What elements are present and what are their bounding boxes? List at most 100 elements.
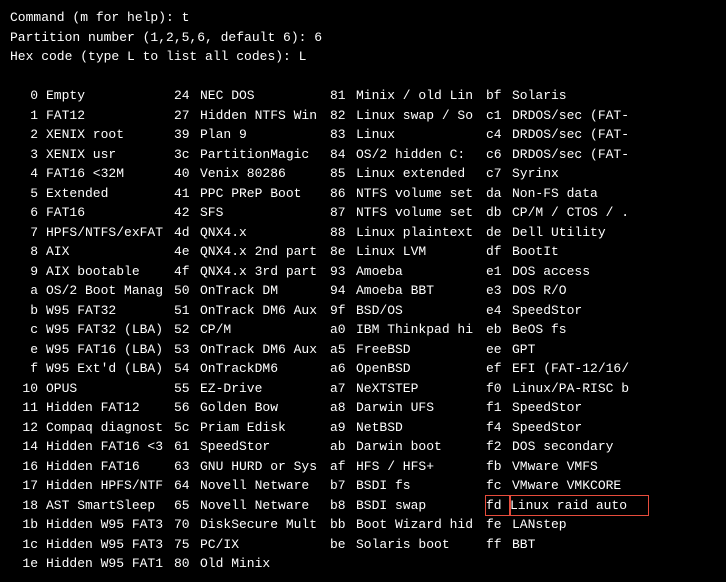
partition-name: Plan 9 bbox=[200, 125, 330, 145]
partition-name: DRDOS/sec (FAT- bbox=[512, 145, 652, 165]
partition-code: f1 bbox=[486, 398, 512, 418]
partition-name: HFS / HFS+ bbox=[356, 457, 486, 477]
command-input[interactable]: t bbox=[182, 10, 190, 25]
partition-name: BSD/OS bbox=[356, 301, 486, 321]
partition-code: 75 bbox=[174, 535, 200, 555]
partition-code: 4e bbox=[174, 242, 200, 262]
table-row: 1eHidden W95 FAT180Old Minix bbox=[10, 554, 716, 574]
partition-code: be bbox=[330, 535, 356, 555]
table-row: 18AST SmartSleep65Novell Netwareb8BSDI s… bbox=[10, 496, 716, 516]
partition-code: f4 bbox=[486, 418, 512, 438]
partition-code: a8 bbox=[330, 398, 356, 418]
partition-code: c7 bbox=[486, 164, 512, 184]
partition-name: Hidden HPFS/NTF bbox=[46, 476, 174, 496]
partition-name: CP/M bbox=[200, 320, 330, 340]
partition-code: 11 bbox=[10, 398, 46, 418]
partition-name: XENIX usr bbox=[46, 145, 174, 165]
partition-input[interactable]: 6 bbox=[314, 30, 322, 45]
partition-code: 16 bbox=[10, 457, 46, 477]
partition-code: 4 bbox=[10, 164, 46, 184]
partition-code bbox=[486, 554, 512, 574]
partition-code: f0 bbox=[486, 379, 512, 399]
partition-code: 12 bbox=[10, 418, 46, 438]
partition-name: Dell Utility bbox=[512, 223, 652, 243]
partition-code: 63 bbox=[174, 457, 200, 477]
partition-name: PC/IX bbox=[200, 535, 330, 555]
partition-name: Solaris bbox=[512, 86, 652, 106]
partition-name: HPFS/NTFS/exFAT bbox=[46, 223, 174, 243]
partition-code: 7 bbox=[10, 223, 46, 243]
partition-prompt: Partition number (1,2,5,6, default 6): bbox=[10, 30, 314, 45]
partition-name: W95 FAT16 (LBA) bbox=[46, 340, 174, 360]
partition-name: Amoeba bbox=[356, 262, 486, 282]
partition-code: 52 bbox=[174, 320, 200, 340]
partition-code: bb bbox=[330, 515, 356, 535]
partition-code: 81 bbox=[330, 86, 356, 106]
partition-code: ef bbox=[486, 359, 512, 379]
partition-name: OpenBSD bbox=[356, 359, 486, 379]
partition-code: fc bbox=[486, 476, 512, 496]
partition-name: Novell Netware bbox=[200, 476, 330, 496]
partition-code: bf bbox=[486, 86, 512, 106]
partition-name: IBM Thinkpad hi bbox=[356, 320, 486, 340]
partition-code: b7 bbox=[330, 476, 356, 496]
partition-name: Syrinx bbox=[512, 164, 652, 184]
partition-name: DOS secondary bbox=[512, 437, 652, 457]
partition-code: 70 bbox=[174, 515, 200, 535]
partition-name: VMware VMFS bbox=[512, 457, 652, 477]
partition-code: da bbox=[486, 184, 512, 204]
partition-name: W95 FAT32 (LBA) bbox=[46, 320, 174, 340]
partition-code: 9 bbox=[10, 262, 46, 282]
partition-name: SpeedStor bbox=[512, 398, 652, 418]
partition-code: 40 bbox=[174, 164, 200, 184]
partition-name: Linux extended bbox=[356, 164, 486, 184]
partition-name: QNX4.x 2nd part bbox=[200, 242, 330, 262]
partition-name: Golden Bow bbox=[200, 398, 330, 418]
table-row: 12Compaq diagnost5cPriam Ediska9NetBSDf4… bbox=[10, 418, 716, 438]
table-row: bW95 FAT3251OnTrack DM6 Aux9fBSD/OSe4Spe… bbox=[10, 301, 716, 321]
partition-name: Non-FS data bbox=[512, 184, 652, 204]
partition-code: e1 bbox=[486, 262, 512, 282]
partition-name: SpeedStor bbox=[512, 301, 652, 321]
partition-code: 1 bbox=[10, 106, 46, 126]
table-row: 8AIX4eQNX4.x 2nd part8eLinux LVMdfBootIt bbox=[10, 242, 716, 262]
partition-code: 24 bbox=[174, 86, 200, 106]
partition-name: BSDI fs bbox=[356, 476, 486, 496]
partition-code: 18 bbox=[10, 496, 46, 516]
partition-name: Venix 80286 bbox=[200, 164, 330, 184]
partition-code: c6 bbox=[486, 145, 512, 165]
partition-code: 50 bbox=[174, 281, 200, 301]
partition-code: 86 bbox=[330, 184, 356, 204]
table-row: aOS/2 Boot Manag50OnTrack DM94Amoeba BBT… bbox=[10, 281, 716, 301]
partition-code: 10 bbox=[10, 379, 46, 399]
partition-code: e4 bbox=[486, 301, 512, 321]
table-row: 1cHidden W95 FAT375PC/IXbeSolaris bootff… bbox=[10, 535, 716, 555]
partition-code: a bbox=[10, 281, 46, 301]
blank-line bbox=[10, 67, 716, 87]
partition-name: GNU HURD or Sys bbox=[200, 457, 330, 477]
partition-name: OPUS bbox=[46, 379, 174, 399]
partition-name: NTFS volume set bbox=[356, 184, 486, 204]
partition-code: 53 bbox=[174, 340, 200, 360]
partition-code: 39 bbox=[174, 125, 200, 145]
partition-code: a5 bbox=[330, 340, 356, 360]
partition-name: Minix / old Lin bbox=[356, 86, 486, 106]
partition-code: 9f bbox=[330, 301, 356, 321]
partition-name: DOS R/O bbox=[512, 281, 652, 301]
partition-code: fe bbox=[486, 515, 512, 535]
table-row: 1bHidden W95 FAT370DiskSecure MultbbBoot… bbox=[10, 515, 716, 535]
partition-name: GPT bbox=[512, 340, 652, 360]
partition-name: Linux plaintext bbox=[356, 223, 486, 243]
partition-code: 8e bbox=[330, 242, 356, 262]
partition-code: db bbox=[486, 203, 512, 223]
partition-code: af bbox=[330, 457, 356, 477]
hexcode-input[interactable]: L bbox=[299, 49, 307, 64]
partition-name: BBT bbox=[512, 535, 652, 555]
partition-code: a6 bbox=[330, 359, 356, 379]
partition-code: 5c bbox=[174, 418, 200, 438]
partition-name: Darwin boot bbox=[356, 437, 486, 457]
partition-name: EZ-Drive bbox=[200, 379, 330, 399]
table-row: 6FAT1642SFS87NTFS volume setdbCP/M / CTO… bbox=[10, 203, 716, 223]
partition-code: 84 bbox=[330, 145, 356, 165]
partition-code: 80 bbox=[174, 554, 200, 574]
